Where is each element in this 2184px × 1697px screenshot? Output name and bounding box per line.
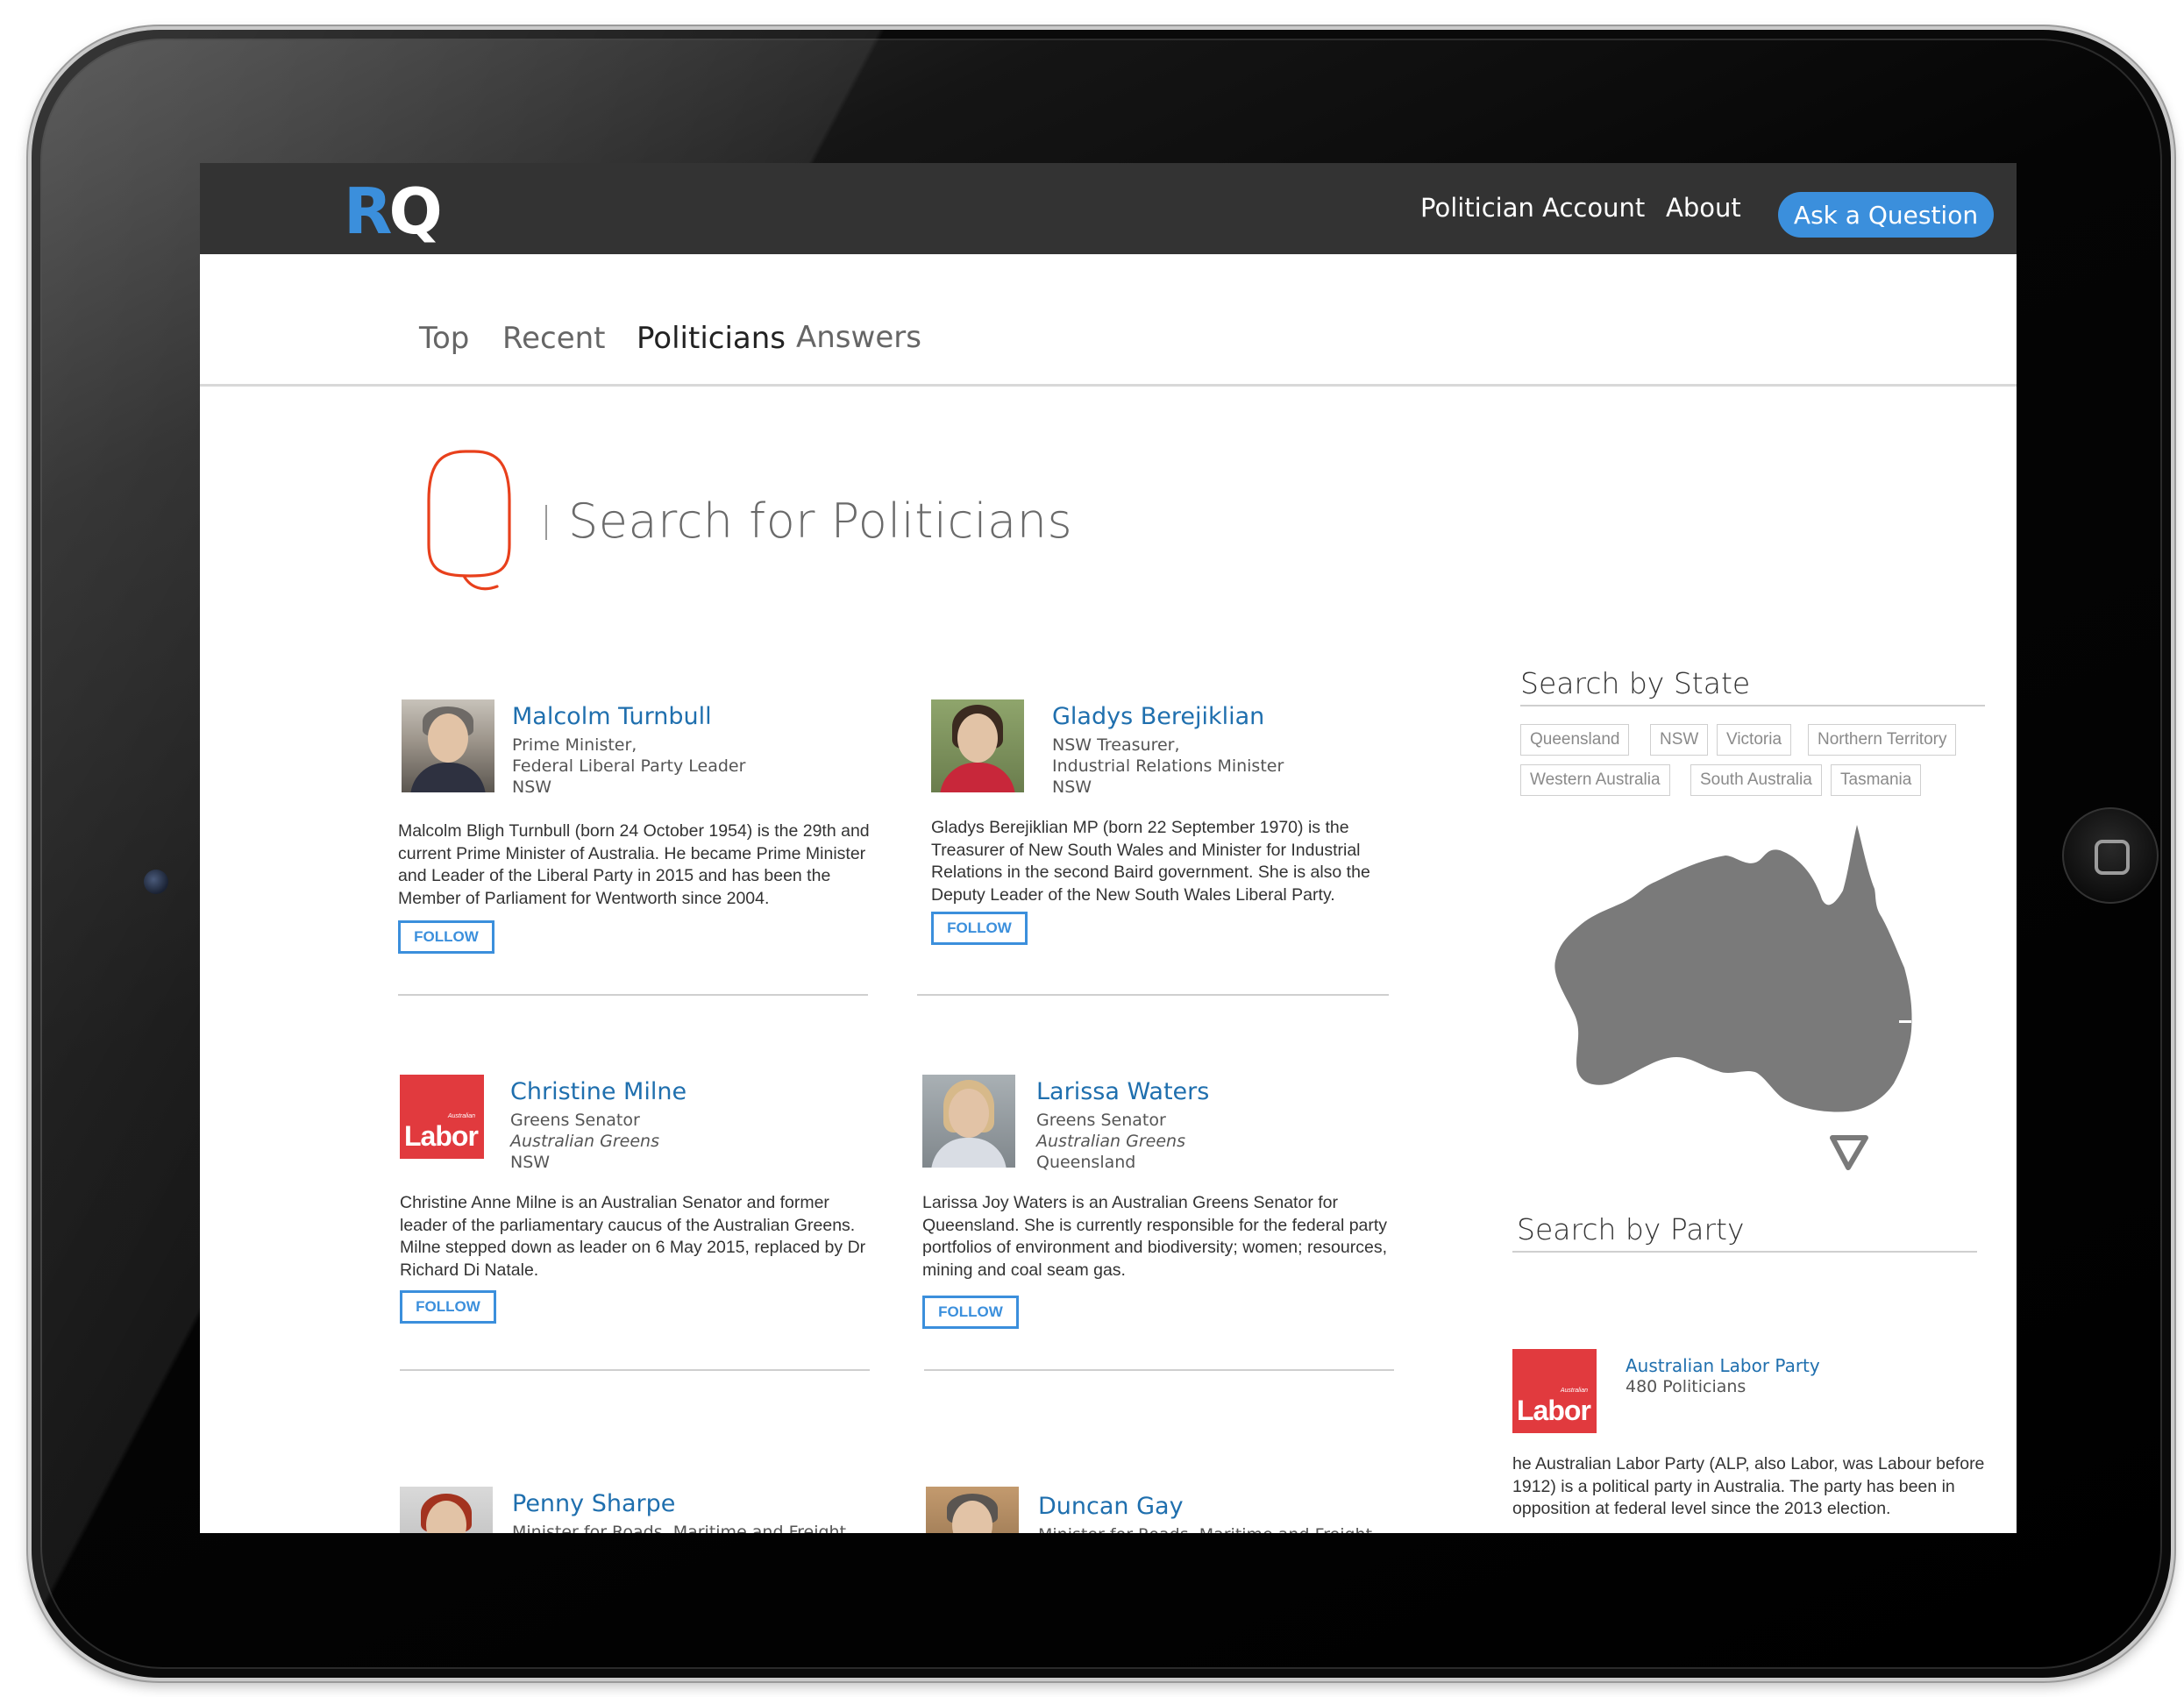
politician-bio: Christine Anne Milne is an Australian Se… bbox=[400, 1193, 866, 1280]
tab-politicians[interactable]: Politicians bbox=[637, 321, 786, 356]
search-separator bbox=[545, 505, 547, 540]
politician-bio: Malcolm Bligh Turnbull (born 24 October … bbox=[398, 821, 870, 908]
politician-role: Prime Minister, Federal Liberal Party Le… bbox=[512, 735, 746, 797]
search-title[interactable]: Search for Politicians bbox=[568, 493, 1072, 549]
politician-role: Greens Senator Australian Greens Queensl… bbox=[1036, 1111, 1185, 1172]
politician-photo[interactable] bbox=[926, 1487, 1019, 1533]
politician-photo[interactable] bbox=[402, 699, 494, 792]
follow-button[interactable]: FOLLOW bbox=[922, 1296, 1019, 1329]
follow-button[interactable]: FOLLOW bbox=[931, 912, 1028, 945]
tabs-divider bbox=[200, 384, 2017, 387]
nav-about[interactable]: About bbox=[1666, 193, 1741, 223]
australia-map-icon[interactable] bbox=[1550, 820, 1936, 1189]
politician-photo[interactable] bbox=[931, 699, 1024, 792]
tab-top[interactable]: Top bbox=[419, 321, 469, 356]
nav-politician-account[interactable]: Politician Account bbox=[1420, 193, 1645, 223]
party-name-link[interactable]: Australian Labor Party bbox=[1626, 1355, 1820, 1376]
politician-role: Minister for Roads, Maritime and Freight bbox=[512, 1523, 847, 1533]
labor-party-logo[interactable]: Australian Labor bbox=[400, 1075, 484, 1159]
party-title-divider bbox=[1512, 1251, 1977, 1253]
follow-button[interactable]: FOLLOW bbox=[400, 1290, 496, 1324]
politician-name[interactable]: Malcolm Turnbull bbox=[512, 703, 712, 730]
search-by-party-title: Search by Party bbox=[1517, 1212, 1745, 1246]
politician-bio: Larissa Joy Waters is an Australian Gree… bbox=[922, 1193, 1388, 1280]
labor-party-logo[interactable]: Australian Labor bbox=[1512, 1349, 1597, 1433]
politician-photo[interactable] bbox=[400, 1487, 493, 1533]
card-divider bbox=[924, 1369, 1394, 1371]
politician-role: NSW Treasurer, Industrial Relations Mini… bbox=[1052, 735, 1284, 797]
state-chip-western-australia[interactable]: Western Australia bbox=[1520, 764, 1670, 796]
tab-answers[interactable]: Answers bbox=[796, 320, 921, 355]
follow-button[interactable]: FOLLOW bbox=[398, 920, 494, 954]
app-screen: RQ Politician Account About Ask a Questi… bbox=[200, 163, 2017, 1533]
ask-question-button[interactable]: Ask a Question bbox=[1778, 192, 1994, 238]
search-q-icon[interactable] bbox=[422, 448, 518, 597]
politician-role: Minister for Roads, Maritime and Freight bbox=[1038, 1524, 1372, 1533]
politician-name[interactable]: Penny Sharpe bbox=[512, 1490, 675, 1517]
politician-name[interactable]: Duncan Gay bbox=[1038, 1493, 1184, 1520]
politician-name[interactable]: Gladys Berejiklian bbox=[1052, 703, 1264, 730]
camera-icon bbox=[144, 870, 168, 894]
rq-logo[interactable]: RQ bbox=[344, 180, 443, 243]
politician-name[interactable]: Larissa Waters bbox=[1036, 1078, 1209, 1105]
search-by-state-title: Search by State bbox=[1520, 666, 1751, 700]
politician-bio: Gladys Berejiklian MP (born 22 September… bbox=[931, 818, 1370, 905]
state-title-divider bbox=[1520, 705, 1985, 706]
card-divider bbox=[400, 1369, 870, 1371]
card-divider bbox=[398, 994, 868, 996]
state-chip-south-australia[interactable]: South Australia bbox=[1690, 764, 1822, 796]
card-divider bbox=[917, 994, 1389, 996]
politician-name[interactable]: Christine Milne bbox=[510, 1078, 687, 1105]
home-button[interactable] bbox=[2062, 807, 2159, 904]
politician-photo[interactable] bbox=[922, 1075, 1015, 1168]
state-chip-victoria[interactable]: Victoria bbox=[1717, 724, 1792, 756]
party-description: he Australian Labor Party (ALP, also Lab… bbox=[1512, 1454, 1985, 1518]
home-button-icon bbox=[2095, 840, 2130, 875]
state-chip-northern-territory[interactable]: Northern Territory bbox=[1808, 724, 1957, 756]
politician-role: Greens Senator Australian Greens NSW bbox=[510, 1111, 659, 1172]
state-chip-tasmania[interactable]: Tasmania bbox=[1831, 764, 1922, 796]
state-chip-queensland[interactable]: Queensland bbox=[1520, 724, 1630, 756]
top-nav-bar: RQ Politician Account About Ask a Questi… bbox=[200, 163, 2017, 254]
tab-recent[interactable]: Recent bbox=[502, 321, 606, 356]
party-politician-count: 480 Politicians bbox=[1626, 1377, 1746, 1396]
state-chip-nsw[interactable]: NSW bbox=[1650, 724, 1709, 756]
